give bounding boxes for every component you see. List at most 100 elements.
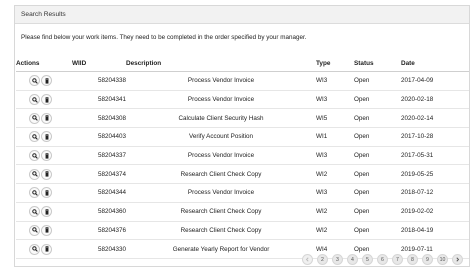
table-row: 58204338 Process Vendor Invoice WI3 Open 201… [16,71,469,91]
chevron-right-icon[interactable] [452,254,463,265]
trash-icon[interactable] [41,206,52,218]
cell-type: WI3 [316,90,354,110]
page-button[interactable]: 9 [422,254,433,265]
pagination: 2 3 4 5 6 7 8 9 10 [302,254,463,265]
cell-wiid: 58204403 [72,127,126,147]
panel-title: Search Results [15,6,469,24]
cell-wiid: 58204337 [72,146,126,166]
search-icon[interactable] [29,224,40,236]
search-icon[interactable] [29,187,40,199]
cell-type: WI2 [316,221,354,241]
cell-date: 2020-02-14 [401,108,469,129]
cell-date: 2019-05-25 [401,164,469,185]
row-actions [16,108,72,129]
trash-icon[interactable] [41,75,52,87]
cell-date: 2017-05-31 [401,146,469,166]
cell-type: WI5 [316,108,354,129]
page-button[interactable]: 6 [377,254,388,265]
cell-wiid: 58204338 [72,71,126,91]
cell-description: Research Client Check Copy [126,202,316,222]
header-date: Date [401,56,469,72]
page-button[interactable]: 10 [437,254,448,265]
cell-type: WI2 [316,202,354,222]
table-row: 58204376 Research Client Check Copy WI2 Ope… [16,221,469,241]
cell-status: Open [354,108,401,129]
cell-date: 2019-02-02 [401,202,469,222]
row-actions [16,71,72,91]
search-icon[interactable] [29,168,40,180]
table-row: 58204374 Research Client Check Copy WI2 Ope… [16,164,469,185]
row-actions [16,239,72,259]
row-actions [16,127,72,147]
cell-date: 2018-04-19 [401,221,469,241]
page-button[interactable]: 2 [317,254,328,265]
cell-wiid: 58204376 [72,221,126,241]
search-icon[interactable] [29,112,40,124]
table-row: 58204337 Process Vendor Invoice WI3 Open 201… [16,146,469,166]
trash-icon[interactable] [41,94,52,106]
page-button[interactable]: 8 [407,254,418,265]
trash-icon[interactable] [41,131,52,143]
search-icon[interactable] [29,243,40,255]
row-actions [16,183,72,203]
search-icon[interactable] [29,150,40,162]
search-icon[interactable] [29,94,40,106]
cell-type: WI3 [316,146,354,166]
trash-icon[interactable] [41,224,52,236]
table-row: 58204344 Process Vendor Invoice WI3 Open 201… [16,183,469,203]
row-actions [16,164,72,185]
table-row: 58204308 Calculate Client Security Hash WI… [16,108,469,129]
header-type: Type [316,56,354,72]
page-button[interactable]: 7 [392,254,403,265]
header-wiid: WIID [72,56,126,72]
cell-description: Research Client Check Copy [126,221,316,241]
trash-icon[interactable] [41,150,52,162]
header-status: Status [354,56,401,72]
work-items-table: Actions WIID Description Type Status Dat… [16,56,469,259]
search-icon[interactable] [29,206,40,218]
row-actions [16,146,72,166]
cell-description: Generate Yearly Report for Vendor [126,239,316,259]
instructions-text: Please find below your work items. They … [21,34,307,41]
cell-description: Process Vendor Invoice [126,90,316,110]
page-button[interactable]: 5 [362,254,373,265]
cell-description: Verify Account Position [126,127,316,147]
cell-status: Open [354,146,401,166]
cell-description: Process Vendor Invoice [126,146,316,166]
cell-status: Open [354,71,401,91]
cell-description: Process Vendor Invoice [126,71,316,91]
cell-description: Process Vendor Invoice [126,183,316,203]
table-row: 58204360 Research Client Check Copy WI2 Ope… [16,202,469,222]
table-header-row: Actions WIID Description Type Status Dat… [16,56,469,72]
cell-date: 2017-04-09 [401,71,469,91]
trash-icon[interactable] [41,112,52,124]
table-row: 58204341 Process Vendor Invoice WI3 Open 202… [16,90,469,110]
trash-icon[interactable] [41,243,52,255]
header-actions: Actions [16,56,72,72]
cell-status: Open [354,202,401,222]
trash-icon[interactable] [41,187,52,199]
cell-description: Calculate Client Security Hash [126,108,316,129]
cell-type: WI1 [316,127,354,147]
header-description: Description [126,56,316,72]
cell-type: WI3 [316,71,354,91]
cell-status: Open [354,90,401,110]
cell-type: WI3 [316,183,354,203]
cell-status: Open [354,221,401,241]
search-icon[interactable] [29,75,40,87]
cell-wiid: 58204344 [72,183,126,203]
search-icon[interactable] [29,131,40,143]
row-actions [16,221,72,241]
chevron-left-icon[interactable] [302,254,313,265]
cell-date: 2020-02-18 [401,90,469,110]
cell-wiid: 58204330 [72,239,126,259]
cell-date: 2018-07-12 [401,183,469,203]
trash-icon[interactable] [41,168,52,180]
page-button[interactable]: 4 [347,254,358,265]
cell-wiid: 58204308 [72,108,126,129]
row-actions [16,202,72,222]
cell-wiid: 58204341 [72,90,126,110]
cell-status: Open [354,164,401,185]
page-button[interactable]: 3 [332,254,343,265]
cell-status: Open [354,183,401,203]
